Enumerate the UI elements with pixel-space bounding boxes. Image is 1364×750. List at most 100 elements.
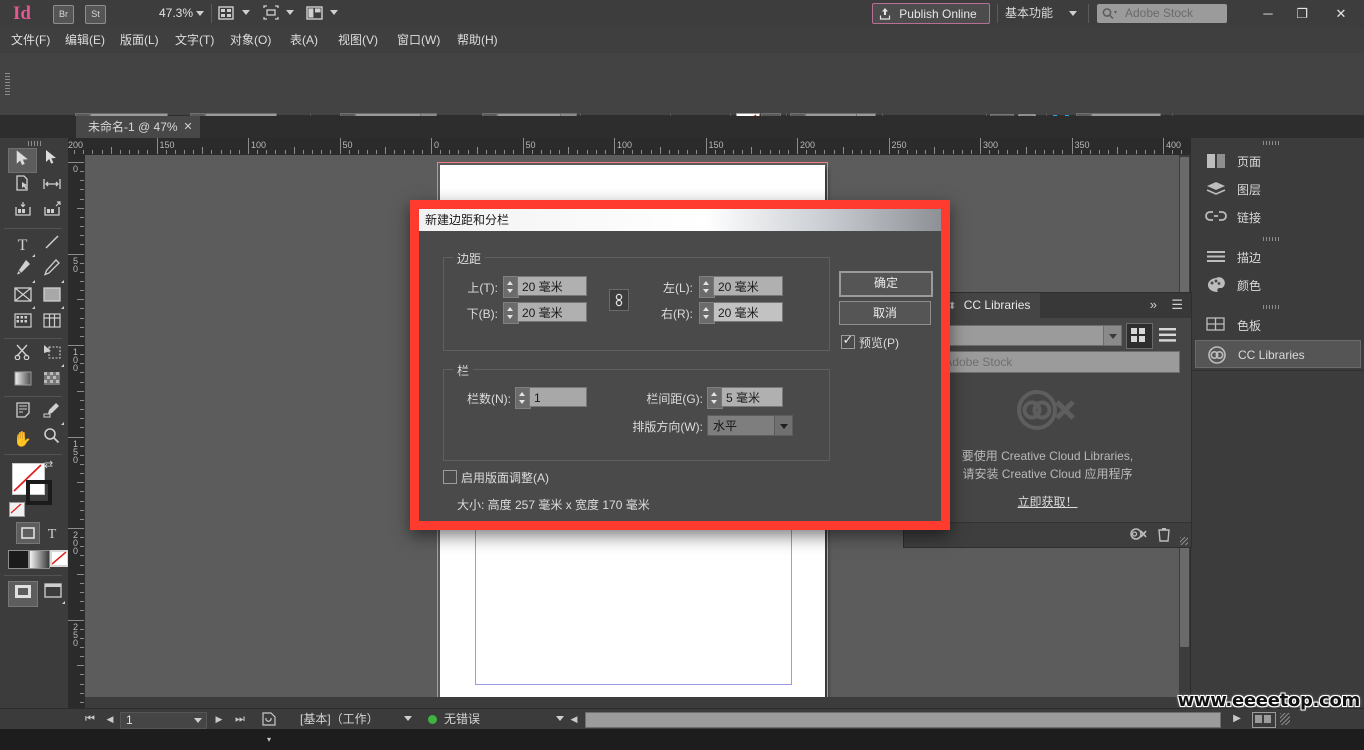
menu-view[interactable]: 视图(V)	[331, 27, 385, 53]
margin-bottom-input[interactable]: 20 毫米	[517, 302, 587, 322]
status-scroll-track[interactable]	[585, 712, 1221, 728]
pencil-tool[interactable]	[37, 259, 66, 284]
close-button[interactable]: ✕	[1321, 0, 1361, 27]
dock-group-grip[interactable]	[1263, 237, 1281, 241]
column-count-input[interactable]: 1	[529, 387, 587, 407]
dock-group-grip[interactable]	[1263, 305, 1281, 309]
normal-view-mode-icon[interactable]	[8, 581, 38, 607]
bridge-button[interactable]: Br	[53, 5, 74, 24]
preview-view-mode-icon[interactable]	[39, 581, 67, 605]
toolbox-grip[interactable]	[28, 141, 42, 146]
menu-type[interactable]: 文字(T)	[168, 27, 221, 53]
delete-icon[interactable]	[1157, 526, 1173, 544]
stock-button[interactable]: St	[85, 5, 106, 24]
horizontal-ruler[interactable]: 200 150 100 50 0 50 100 150 200 250 300 350 400	[68, 138, 1190, 156]
ok-button[interactable]: 确定	[839, 271, 933, 297]
scroll-left-icon[interactable]: ◀	[566, 709, 582, 729]
chevron-down-icon[interactable]	[556, 716, 564, 721]
dock-item-links[interactable]: 链接	[1195, 204, 1361, 232]
page-number-input[interactable]: 1	[120, 712, 207, 729]
feather-tool[interactable]	[37, 369, 66, 394]
margin-left-input[interactable]: 20 毫米	[713, 276, 783, 296]
note-tool[interactable]	[8, 401, 37, 426]
arrange-documents-icon[interactable]	[306, 5, 340, 23]
list-view-icon[interactable]	[1155, 323, 1180, 347]
chevron-down-icon[interactable]	[1069, 11, 1077, 16]
apply-color-icon[interactable]	[8, 550, 29, 569]
resize-grip[interactable]	[1180, 537, 1188, 545]
link-margins-icon[interactable]	[609, 289, 629, 311]
dock-item-swatches[interactable]: 色板	[1195, 312, 1361, 340]
content-collector-tool[interactable]	[8, 200, 37, 225]
preview-checkbox[interactable]	[841, 332, 855, 349]
menu-object[interactable]: 对象(O)	[223, 27, 278, 53]
type-tool[interactable]: T	[8, 233, 37, 258]
stock-search-input[interactable]: 搜索 Adobe Stock	[910, 351, 1180, 373]
chevron-down-icon[interactable]	[404, 716, 412, 721]
menu-layout[interactable]: 版面(L)	[113, 27, 166, 53]
chevron-down-icon[interactable]	[194, 718, 202, 723]
dock-item-layers[interactable]: 图层	[1195, 176, 1361, 204]
gap-tool[interactable]	[37, 174, 66, 199]
control-bar-grip[interactable]	[5, 73, 10, 95]
first-page-icon[interactable]: ⏮	[80, 709, 100, 729]
cancel-button[interactable]: 取消	[839, 301, 931, 325]
horizontal-scrollbar[interactable]	[85, 697, 1179, 708]
free-transform-tool[interactable]	[8, 311, 37, 336]
direct-selection-tool[interactable]	[37, 148, 66, 173]
formatting-affects-container-icon[interactable]	[16, 522, 40, 544]
grid-view-icon[interactable]	[1126, 323, 1153, 349]
spread-view-icon[interactable]	[1252, 712, 1276, 728]
restore-button[interactable]: ❐	[1285, 0, 1319, 27]
frame-view-icon[interactable]	[262, 5, 296, 23]
page-view-right-icon[interactable]: ▶	[1228, 709, 1246, 729]
last-page-icon[interactable]: ⏭	[230, 709, 250, 729]
rectangle-frame-tool[interactable]	[8, 285, 37, 310]
gradient-feather-tool[interactable]	[37, 343, 66, 368]
document-tab[interactable]: 未命名-1 @ 47% ✕	[76, 116, 201, 138]
gradient-swatch-tool[interactable]	[8, 369, 37, 394]
prev-page-icon[interactable]: ◀	[101, 709, 119, 729]
layout-adjust-checkbox[interactable]	[443, 470, 457, 484]
dock-item-cc-libraries[interactable]: CC Libraries	[1195, 340, 1361, 368]
menu-table[interactable]: 表(A)	[283, 27, 325, 53]
dock-item-color[interactable]: 颜色	[1195, 272, 1361, 300]
line-tool[interactable]	[37, 233, 66, 258]
margin-top-input[interactable]: 20 毫米	[517, 276, 587, 296]
scissors-tool[interactable]	[8, 343, 37, 368]
screen-mode-icon[interactable]	[218, 5, 252, 23]
zoom-level-value[interactable]: 47.3%	[115, 5, 193, 22]
stroke-color-swatch[interactable]	[26, 480, 52, 505]
direction-select[interactable]: 水平	[707, 415, 793, 436]
apply-none-icon[interactable]	[50, 550, 69, 567]
table-tool[interactable]	[37, 311, 66, 336]
menu-file[interactable]: 文件(F)	[4, 27, 57, 53]
hand-tool[interactable]: ✋	[8, 427, 37, 452]
margin-right-input[interactable]: 20 毫米	[713, 302, 783, 322]
dock-item-pages[interactable]: 页面	[1195, 148, 1361, 176]
vertical-ruler[interactable]: 0 50 100 150 200 250	[68, 155, 86, 708]
eyedropper-tool[interactable]	[37, 401, 66, 426]
cc-tab-libraries[interactable]: ⬍ CC Libraries	[938, 293, 1041, 318]
master-page-icon[interactable]: ▾	[258, 709, 280, 744]
zoom-tool[interactable]	[37, 427, 66, 452]
menu-edit[interactable]: 编辑(E)	[58, 27, 112, 53]
minimize-button[interactable]: ─	[1251, 0, 1285, 27]
next-page-icon[interactable]: ▶	[210, 709, 228, 729]
chevron-down-icon[interactable]	[196, 11, 204, 16]
selection-tool[interactable]	[8, 148, 37, 173]
panel-menu-icon[interactable]: ☰	[1171, 297, 1183, 313]
page-tool[interactable]	[8, 174, 37, 199]
preflight-status-label[interactable]: 无错误	[444, 709, 480, 729]
rectangle-tool[interactable]	[37, 285, 66, 310]
master-page-label[interactable]: [基本]（工作）	[300, 709, 379, 729]
dialog-title-bar[interactable]: 新建边距和分栏	[419, 209, 941, 231]
menu-window[interactable]: 窗口(W)	[390, 27, 447, 53]
menu-help[interactable]: 帮助(H)	[450, 27, 505, 53]
apply-gradient-icon[interactable]	[29, 550, 50, 569]
resize-grip[interactable]	[1280, 713, 1290, 725]
close-icon[interactable]: ✕	[183, 116, 192, 138]
swap-fill-stroke-icon[interactable]: ⇄	[44, 460, 58, 471]
default-fill-stroke-icon[interactable]	[9, 502, 25, 517]
workspace-name[interactable]: 基本功能	[1005, 4, 1053, 23]
